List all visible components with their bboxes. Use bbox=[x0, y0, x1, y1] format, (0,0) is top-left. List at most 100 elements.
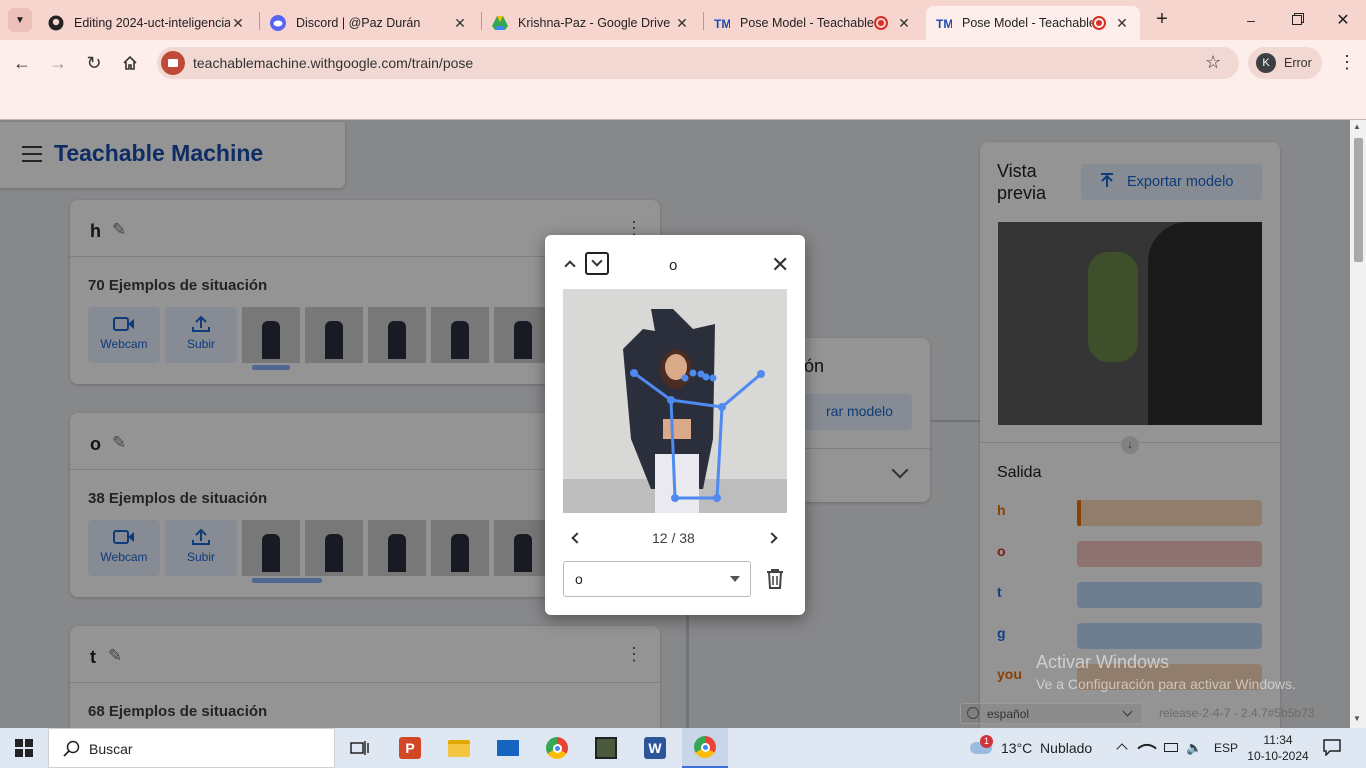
minimize-button[interactable]: – bbox=[1228, 0, 1274, 40]
home-button[interactable] bbox=[116, 49, 144, 77]
clock[interactable]: 11:34 10-10-2024 bbox=[1246, 732, 1310, 764]
task-view-icon bbox=[350, 741, 369, 755]
wifi-icon[interactable] bbox=[1137, 738, 1157, 758]
tab-drive[interactable]: Krishna-Paz - Google Drive ✕ bbox=[482, 6, 700, 40]
dialog-class-name: o bbox=[669, 257, 678, 274]
profile-button[interactable]: K Error bbox=[1248, 47, 1322, 79]
notifications-button[interactable] bbox=[1322, 738, 1344, 758]
notification-badge: 1 bbox=[980, 735, 993, 748]
mail-taskbar-icon[interactable] bbox=[488, 732, 528, 764]
task-view-button[interactable] bbox=[340, 732, 380, 764]
close-window-button[interactable]: ✕ bbox=[1320, 0, 1366, 40]
tab-teachable-1[interactable]: TM Pose Model - Teachable ✕ bbox=[704, 6, 922, 40]
restore-button[interactable] bbox=[1274, 0, 1320, 40]
sample-image bbox=[563, 289, 787, 513]
language-select[interactable]: español bbox=[960, 703, 1143, 724]
chevron-down-icon bbox=[1122, 706, 1133, 717]
restore-icon bbox=[1292, 15, 1302, 25]
input-language[interactable]: ESP bbox=[1214, 741, 1238, 755]
tab-search-button[interactable]: ▼ bbox=[8, 8, 32, 32]
globe-icon bbox=[967, 707, 979, 719]
previous-sample-button[interactable] bbox=[569, 531, 583, 545]
chevron-up-icon bbox=[564, 260, 576, 272]
chevron-down-icon: ▼ bbox=[15, 14, 25, 26]
chevron-down-icon bbox=[591, 255, 603, 267]
avatar: K bbox=[1256, 53, 1276, 73]
chevron-up-icon[interactable] bbox=[1116, 743, 1128, 755]
next-sample-button[interactable] bbox=[766, 531, 781, 545]
notification-icon bbox=[1323, 739, 1341, 757]
tab-github[interactable]: Editing 2024-uct-inteligencia ✕ bbox=[38, 6, 256, 40]
close-icon[interactable]: ✕ bbox=[1114, 15, 1130, 32]
dropdown-arrow-icon bbox=[730, 576, 740, 582]
camera-in-use-icon[interactable] bbox=[161, 51, 185, 75]
start-button[interactable] bbox=[4, 732, 44, 764]
search-icon bbox=[63, 740, 80, 757]
taskbar-search[interactable]: Buscar bbox=[48, 728, 335, 768]
delete-sample-button[interactable] bbox=[765, 568, 785, 590]
tab-title: Krishna-Paz - Google Drive bbox=[518, 16, 671, 30]
github-icon bbox=[48, 15, 64, 31]
volume-icon[interactable]: 🔈 bbox=[1186, 740, 1202, 756]
url-text[interactable]: teachablemachine.withgoogle.com/train/po… bbox=[193, 55, 473, 71]
file-explorer-taskbar-icon[interactable] bbox=[439, 732, 479, 764]
app-taskbar-icon[interactable] bbox=[586, 732, 626, 764]
back-button[interactable]: ← bbox=[8, 49, 36, 77]
page-scrollbar[interactable]: ▲ ▼ bbox=[1350, 120, 1366, 728]
language-value: español bbox=[987, 707, 1030, 721]
clock-date: 10-10-2024 bbox=[1247, 749, 1309, 763]
tab-title: Discord | @Paz Durán bbox=[296, 16, 421, 30]
class-select[interactable]: o bbox=[563, 561, 751, 597]
reload-button[interactable]: ↻ bbox=[80, 49, 108, 77]
new-tab-button[interactable]: + bbox=[1150, 8, 1174, 32]
word-taskbar-icon[interactable]: W bbox=[635, 732, 675, 764]
home-icon bbox=[123, 55, 137, 70]
next-class-button[interactable] bbox=[585, 252, 609, 275]
close-icon[interactable]: ✕ bbox=[896, 15, 912, 32]
close-icon[interactable]: ✕ bbox=[771, 252, 789, 278]
discord-icon bbox=[270, 15, 286, 31]
svg-text:TM: TM bbox=[714, 17, 730, 31]
watermark-line: Activar Windows bbox=[1036, 652, 1170, 672]
browser-menu-icon[interactable]: ⋮ bbox=[1338, 50, 1356, 74]
windows-logo-icon bbox=[15, 739, 33, 757]
battery-icon[interactable] bbox=[1164, 743, 1178, 752]
teachable-icon: TM bbox=[714, 17, 730, 31]
clock-time: 11:34 bbox=[1263, 733, 1293, 747]
svg-text:TM: TM bbox=[936, 17, 952, 31]
chrome-profile-taskbar-icon[interactable] bbox=[682, 728, 728, 768]
forward-button[interactable]: → bbox=[44, 49, 72, 77]
tab-strip: ▼ Editing 2024-uct-inteligencia ✕ Discor… bbox=[0, 0, 1366, 40]
sample-counter: 12 / 38 bbox=[652, 530, 695, 546]
tab-title: Editing 2024-uct-inteligencia bbox=[74, 16, 230, 30]
trash-icon bbox=[767, 569, 783, 589]
bookmark-bar bbox=[0, 86, 1366, 120]
recording-icon bbox=[874, 16, 888, 30]
bookmark-star-icon[interactable]: ☆ bbox=[1205, 52, 1221, 73]
teachable-icon: TM bbox=[936, 17, 952, 31]
previous-class-button[interactable] bbox=[563, 257, 577, 272]
close-icon[interactable]: ✕ bbox=[674, 15, 690, 32]
recording-icon bbox=[1092, 16, 1106, 30]
activation-watermark: Activar Windows Ve a Configuración para … bbox=[1036, 652, 1296, 692]
close-icon[interactable]: ✕ bbox=[230, 15, 246, 32]
weather-text: 13°C Nublado bbox=[1001, 740, 1093, 756]
windows-taskbar: Buscar P W 1 13°C Nublado 🔈 ESP 11:34 10… bbox=[0, 728, 1366, 768]
tab-teachable-2[interactable]: TM Pose Model - Teachable ✕ bbox=[926, 6, 1140, 40]
powerpoint-taskbar-icon[interactable]: P bbox=[390, 732, 430, 764]
tab-discord[interactable]: Discord | @Paz Durán ✕ bbox=[260, 6, 478, 40]
weather-widget[interactable]: 1 13°C Nublado bbox=[966, 728, 1106, 768]
class-select-value: o bbox=[575, 571, 583, 587]
watermark-line: Ve a Configuración para activar Windows. bbox=[1036, 676, 1296, 692]
version-text: release-2-4-7 - 2.4.7#5b5b73 bbox=[1159, 706, 1315, 720]
profile-label: Error bbox=[1284, 56, 1312, 70]
chrome-taskbar-icon[interactable] bbox=[537, 732, 577, 764]
system-tray: 🔈 bbox=[1112, 728, 1212, 768]
close-icon[interactable]: ✕ bbox=[452, 15, 468, 32]
chevron-left-icon bbox=[571, 532, 583, 544]
sample-viewer-dialog: o ✕ 12 / 38 o bbox=[545, 235, 805, 615]
tab-title: Pose Model - Teachable bbox=[962, 16, 1092, 30]
taskbar-search-placeholder: Buscar bbox=[89, 741, 133, 757]
chevron-right-icon bbox=[766, 532, 778, 544]
tab-title: Pose Model - Teachable bbox=[740, 16, 874, 30]
